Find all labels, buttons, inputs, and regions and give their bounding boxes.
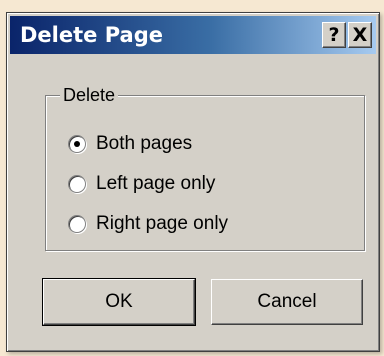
close-button[interactable]: X [348,22,372,48]
option-label: Right page only [96,213,229,234]
radio-button[interactable] [68,215,86,233]
radio-button[interactable] [68,135,86,153]
radio-button[interactable] [68,175,86,193]
ok-button[interactable]: OK [42,278,196,326]
dialog-title: Delete Page [20,23,163,47]
delete-groupbox: Delete Both pages Left page only Right p… [45,85,365,251]
option-left-page-only[interactable]: Left page only [68,172,215,196]
delete-page-dialog: Delete Page ? X Delete Both pages Left p… [6,12,380,352]
cancel-button[interactable]: Cancel [211,279,363,325]
option-both-pages[interactable]: Both pages [68,132,192,156]
group-legend: Delete [60,85,119,106]
option-label: Both pages [96,133,193,154]
option-label: Left page only [96,173,216,194]
title-bar[interactable]: Delete Page ? X [10,16,376,54]
option-right-page-only[interactable]: Right page only [68,212,228,236]
radio-selected-dot [74,141,80,147]
help-button[interactable]: ? [322,22,346,48]
